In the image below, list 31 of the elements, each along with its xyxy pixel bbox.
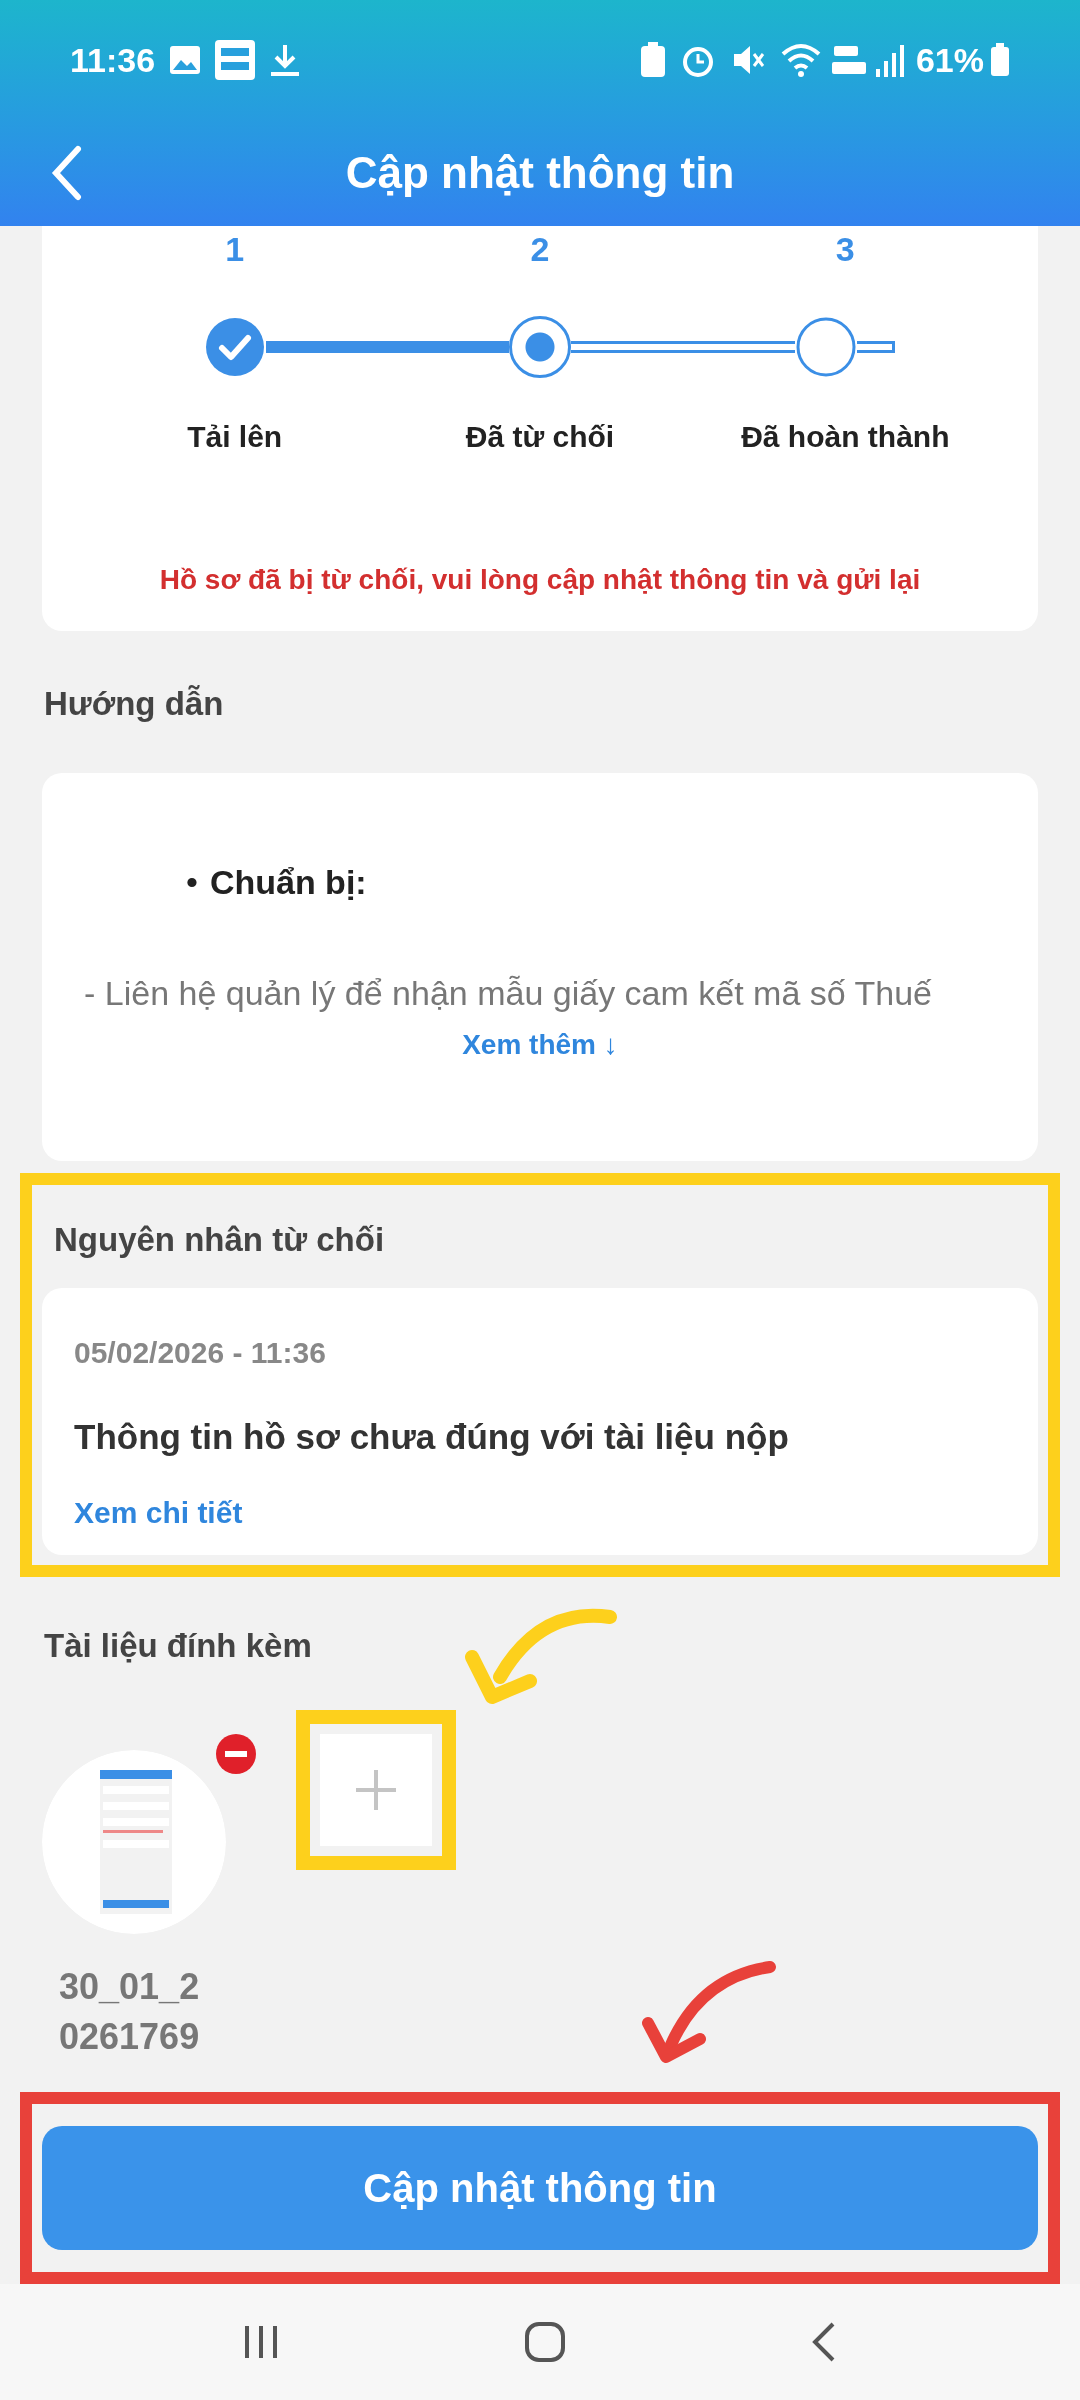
- step-number: 2: [530, 232, 550, 267]
- bullet: •: [186, 861, 198, 903]
- section-heading: Tài liệu đính kèm: [44, 1625, 313, 1666]
- section-heading: Nguyên nhân từ chối: [54, 1219, 386, 1260]
- rejection-notice: Hồ sơ đã bị từ chối, vui lòng cập nhật thông tin và gửi lại: [158, 563, 922, 598]
- battery-percent: 61%: [915, 39, 984, 81]
- file-name: 30_01_20261769: [58, 1965, 201, 2060]
- guide-subtitle: Chuẩn bị:: [209, 861, 367, 903]
- download-icon: [269, 43, 302, 77]
- home-icon[interactable]: [523, 2320, 567, 2365]
- status-time: 11:36: [70, 39, 156, 81]
- image-icon: [169, 45, 202, 75]
- view-details-link[interactable]: Xem chi tiết: [74, 1489, 1006, 1535]
- submit-button[interactable]: Cập nhật thông tin: [42, 2126, 1038, 2251]
- battery-icon: [990, 43, 1010, 77]
- step-label: Đã hoàn thành: [741, 419, 950, 456]
- header-title: Cập nhật thông tin: [345, 147, 735, 200]
- signal-icon: [875, 43, 906, 77]
- wifi-icon: [779, 42, 822, 78]
- plus-icon: [356, 1770, 396, 1811]
- see-more-link[interactable]: Xem thêm ↓: [462, 1023, 618, 1066]
- section-heading: Hướng dẫn: [44, 684, 225, 725]
- rejection-reason: Thông tin hồ sơ chưa đúng với tài liệu nộp: [74, 1416, 790, 1459]
- rejection-date: 05/02/2026 - 11:36: [74, 1335, 327, 1372]
- step-number: 1: [225, 232, 245, 267]
- step-label: Tải lên: [187, 419, 283, 456]
- battery-saver-icon: [639, 42, 666, 78]
- remove-icon[interactable]: [216, 1734, 256, 1775]
- step-label: Đã từ chối: [465, 419, 615, 456]
- guide-text: - Liên hệ quản lý để nhận mẫu giấy cam kết mã số Thuế: [84, 972, 933, 1014]
- step-number: 3: [835, 232, 855, 267]
